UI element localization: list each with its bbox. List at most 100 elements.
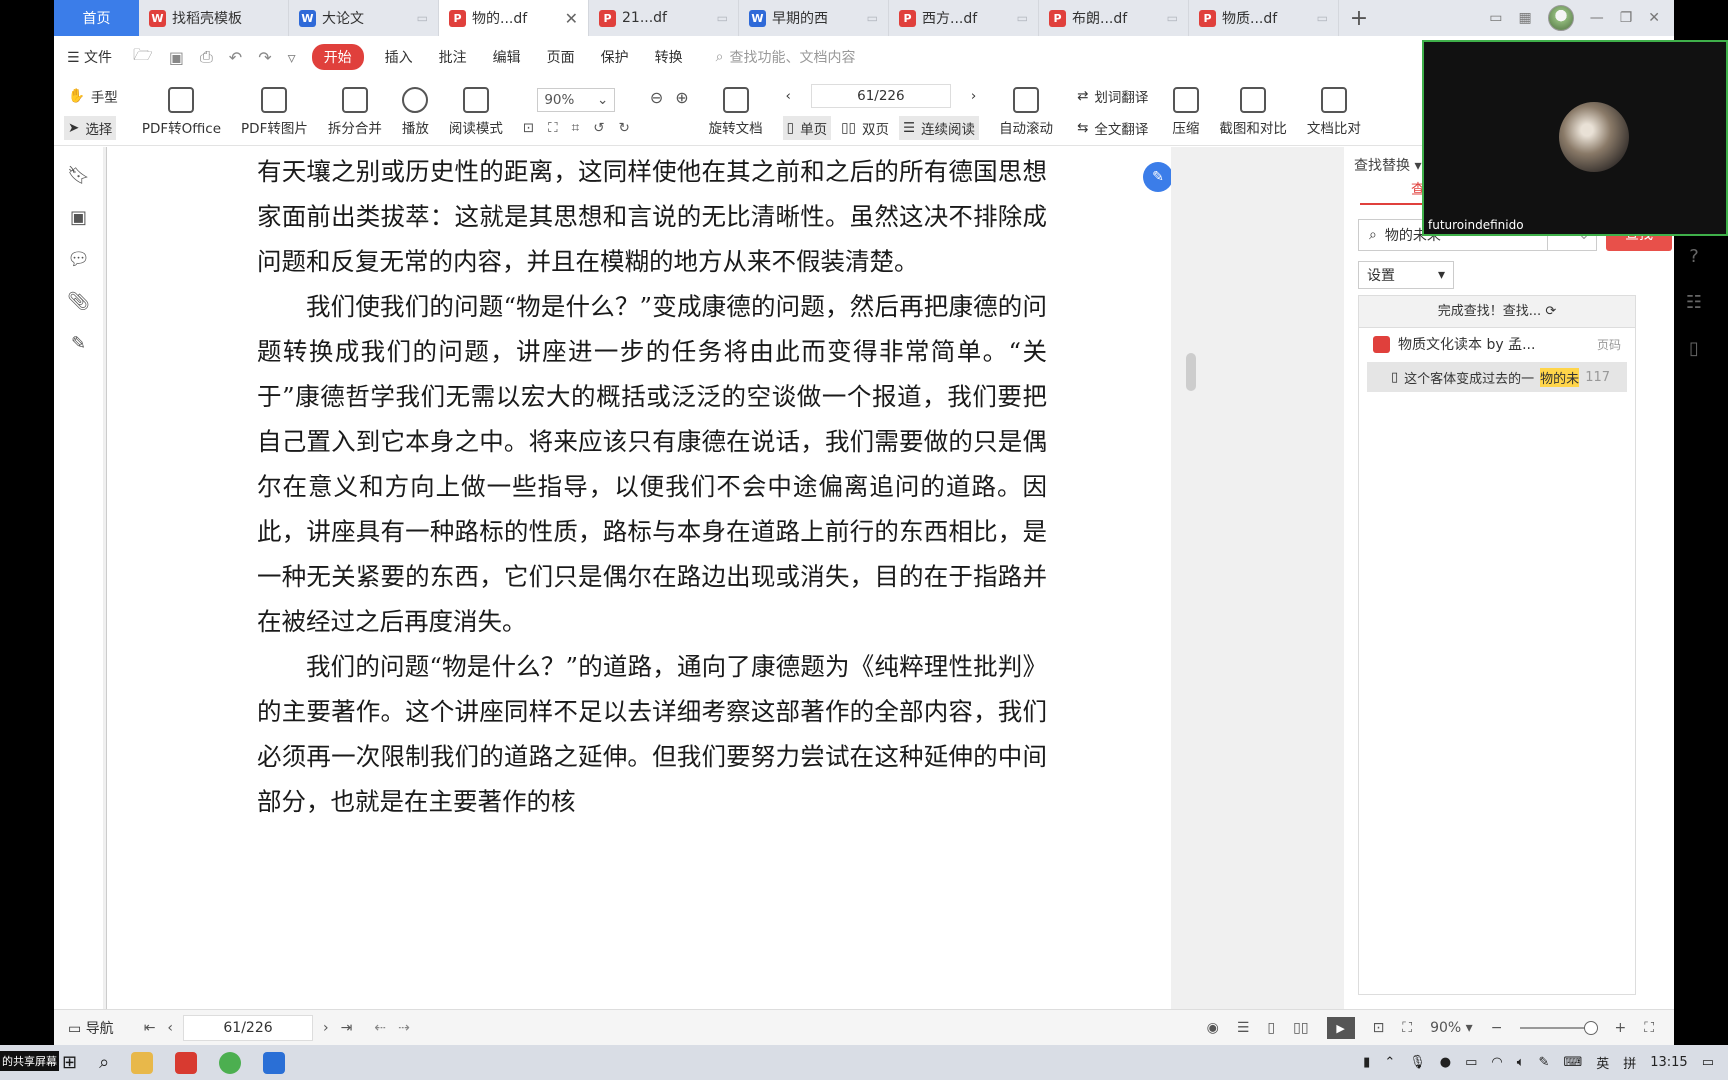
- status-page-input[interactable]: 61/226: [183, 1014, 314, 1041]
- next-page-icon[interactable]: ›: [971, 88, 976, 104]
- double-page-button[interactable]: ▯▯ 双页: [837, 116, 893, 140]
- continuous-read-button[interactable]: ☰ 连续阅读: [898, 115, 980, 140]
- clock[interactable]: 13:15: [1650, 1055, 1687, 1070]
- zoom-slider-knob[interactable]: [1584, 1021, 1599, 1035]
- bookmark-icon[interactable]: 🔖︎: [67, 165, 90, 186]
- more-icon[interactable]: ▿: [280, 48, 304, 67]
- attachment-icon[interactable]: 📎︎: [67, 291, 90, 312]
- actual-size-icon[interactable]: ⊡: [523, 120, 534, 136]
- chevron-up-icon[interactable]: ⌃: [1384, 1055, 1395, 1070]
- undo-icon[interactable]: ↶: [221, 48, 250, 67]
- redo-icon[interactable]: ↷: [250, 48, 279, 67]
- close-icon[interactable]: ▭: [1167, 11, 1178, 25]
- continuous-icon[interactable]: ☰: [1237, 1020, 1250, 1036]
- pdf-to-office-button[interactable]: PDF转Office: [132, 78, 231, 145]
- hand-tool-button[interactable]: ✋ 手型: [64, 84, 122, 108]
- layout-icon[interactable]: ▭: [1489, 10, 1502, 26]
- menu-start[interactable]: 开始: [311, 44, 364, 70]
- menu-insert[interactable]: 插入: [372, 47, 426, 67]
- prev-page-icon[interactable]: ‹: [167, 1020, 173, 1036]
- document-viewport[interactable]: 有天壤之别或历史性的距离，这同样使他在其之前和之后的所有德国思想家面前出类拔萃：…: [104, 147, 1344, 1009]
- result-hit[interactable]: ▯ 这个客体变成过去的一 物的未 117: [1367, 362, 1627, 392]
- fullscreen-icon[interactable]: ⛶: [1644, 1020, 1654, 1036]
- close-icon[interactable]: ▭: [717, 11, 728, 25]
- last-page-icon[interactable]: ⇥: [341, 1020, 353, 1036]
- page-input[interactable]: 61/226: [810, 83, 951, 108]
- compress-button[interactable]: 压缩: [1162, 78, 1209, 145]
- tab-early-west[interactable]: W 早期的西 ▭: [739, 0, 889, 36]
- keyboard-icon[interactable]: ⌨: [1563, 1055, 1582, 1070]
- tab-template[interactable]: W 找稻壳模板: [139, 0, 289, 36]
- read-mode-button[interactable]: 阅读模式: [439, 78, 513, 145]
- microphone-icon[interactable]: 🎙︎: [1409, 1055, 1426, 1070]
- close-icon[interactable]: ▭: [1317, 11, 1328, 25]
- play-icon[interactable]: ▶: [1326, 1017, 1355, 1039]
- rotate-left-icon[interactable]: ↺: [593, 120, 604, 136]
- fit-page-icon[interactable]: ⛶: [548, 120, 557, 136]
- result-file[interactable]: 物质文化读本 by 孟... 页码: [1359, 328, 1635, 360]
- rotate-doc-button[interactable]: 旋转文档: [699, 78, 773, 145]
- close-icon[interactable]: ▭: [1017, 11, 1028, 25]
- actual-size-icon[interactable]: ⊡: [1373, 1020, 1385, 1036]
- single-page-icon[interactable]: ▯: [1267, 1020, 1275, 1036]
- menu-convert[interactable]: 转换: [642, 47, 696, 67]
- browser-icon[interactable]: [219, 1051, 242, 1074]
- file-explorer-icon[interactable]: [131, 1051, 154, 1074]
- input-language[interactable]: 英: [1596, 1053, 1609, 1072]
- find-settings-select[interactable]: 设置 ▾: [1358, 261, 1454, 289]
- avatar[interactable]: [1547, 5, 1574, 31]
- open-icon[interactable]: 🗁: [125, 44, 161, 71]
- zoom-out-icon[interactable]: −: [1491, 1020, 1503, 1036]
- tab-material-pdf[interactable]: P 物质...df ▭: [1189, 0, 1339, 36]
- save-icon[interactable]: ▣: [161, 48, 192, 67]
- menu-page[interactable]: 页面: [534, 47, 588, 67]
- screenshot-compare-button[interactable]: 截图和对比: [1209, 78, 1297, 145]
- split-merge-button[interactable]: 拆分合并: [318, 78, 392, 145]
- first-page-icon[interactable]: ⇤: [144, 1020, 156, 1036]
- zoom-select[interactable]: 90% ▾: [1430, 1020, 1473, 1036]
- close-icon[interactable]: ▭: [417, 11, 428, 25]
- doc-compare-button[interactable]: 文档比对: [1297, 78, 1371, 145]
- adjust-icon[interactable]: ☷: [1686, 292, 1702, 313]
- scrollbar-thumb[interactable]: [1186, 353, 1196, 391]
- full-translate-button[interactable]: ⇆ 全文翻译: [1073, 116, 1152, 140]
- close-icon[interactable]: ▭: [867, 11, 878, 25]
- single-page-button[interactable]: ▯ 单页: [782, 115, 832, 140]
- eye-care-icon[interactable]: ◉: [1207, 1020, 1219, 1036]
- print-icon[interactable]: ⎙: [192, 47, 221, 67]
- vertical-scrollbar[interactable]: [1184, 147, 1198, 1009]
- zoom-out-icon[interactable]: ⊖: [650, 88, 663, 107]
- tab-pdf-21[interactable]: P 21...df ▭: [589, 0, 739, 36]
- signature-icon[interactable]: ✎: [71, 333, 86, 354]
- notification-icon[interactable]: ▭: [1702, 1055, 1714, 1070]
- zoom-slider[interactable]: [1520, 1021, 1599, 1035]
- battery-icon[interactable]: ▮: [1363, 1055, 1370, 1070]
- fit-width-icon[interactable]: ⌗: [572, 120, 580, 136]
- grid-icon[interactable]: ▦: [1518, 10, 1531, 26]
- windows-start-icon[interactable]: ⊞: [62, 1052, 77, 1073]
- close-icon[interactable]: ✕: [565, 9, 578, 28]
- menu-protect[interactable]: 保护: [588, 47, 642, 67]
- new-tab-button[interactable]: +: [1339, 0, 1379, 36]
- network-icon[interactable]: ▭: [1465, 1055, 1477, 1070]
- next-page-icon[interactable]: ›: [323, 1020, 329, 1036]
- help-icon[interactable]: ?: [1689, 246, 1699, 267]
- minimize-icon[interactable]: —: [1590, 10, 1604, 26]
- restore-icon[interactable]: ❐: [1620, 10, 1633, 26]
- meeting-app-icon[interactable]: [263, 1051, 286, 1074]
- menu-edit[interactable]: 编辑: [480, 47, 534, 67]
- qq-icon[interactable]: ●: [1440, 1055, 1451, 1070]
- wifi-icon[interactable]: ◠: [1491, 1055, 1502, 1070]
- floating-tool-button[interactable]: ✎: [1143, 162, 1171, 192]
- back-icon[interactable]: ⇠: [374, 1020, 386, 1036]
- prev-page-icon[interactable]: ‹: [785, 88, 790, 104]
- zoom-in-icon[interactable]: +: [1614, 1020, 1626, 1036]
- thumbnail-icon[interactable]: ▣: [70, 207, 87, 228]
- play-button[interactable]: 播放: [392, 78, 439, 145]
- tab-home[interactable]: 首页: [54, 0, 139, 36]
- wps-icon[interactable]: [175, 1051, 198, 1074]
- zoom-select[interactable]: 90% ⌄: [537, 87, 616, 112]
- pen-icon[interactable]: ✎: [1539, 1055, 1550, 1070]
- comment-icon[interactable]: 💬︎: [67, 249, 90, 270]
- autoscroll-button[interactable]: 自动滚动: [989, 78, 1063, 145]
